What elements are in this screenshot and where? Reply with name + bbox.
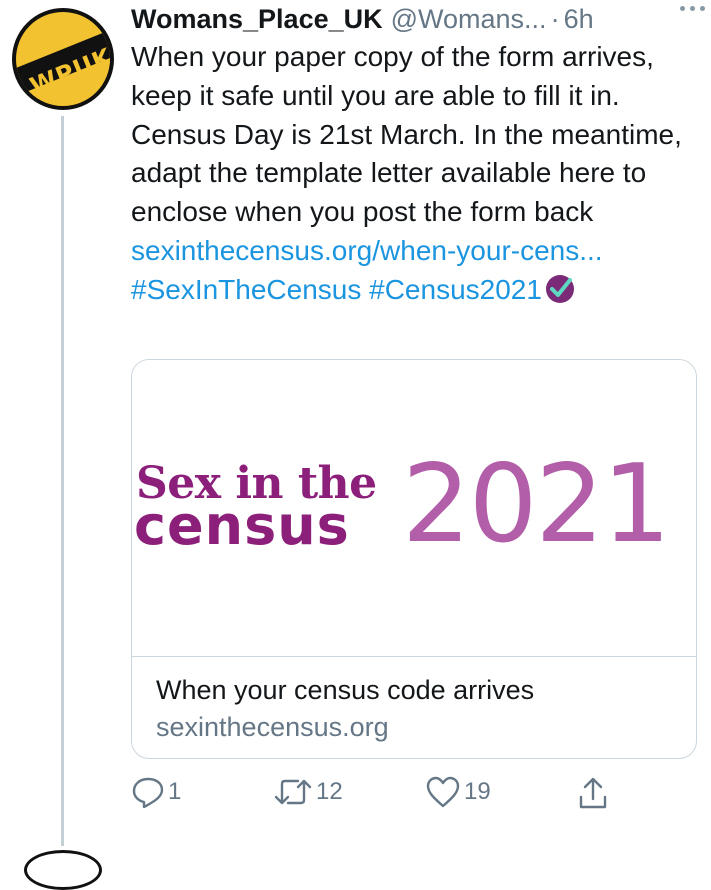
thread-line — [61, 116, 64, 846]
checkmark-badge-icon — [545, 274, 574, 303]
reply-button[interactable]: 1 — [131, 775, 181, 809]
retweet-button[interactable]: 12 — [273, 775, 343, 809]
reply-icon — [132, 777, 164, 809]
avatar[interactable]: WPUK — [12, 8, 114, 110]
more-dots-icon[interactable] — [680, 6, 705, 11]
hashtag-census2021[interactable]: #Census2021 — [369, 274, 542, 305]
separator-dot: · — [550, 3, 560, 34]
wpuk-logo: WPUK — [16, 30, 110, 101]
card-title: When your census code arrives — [156, 675, 535, 705]
tweet-header: Womans_Place_UK @Womans... · 6h — [131, 1, 699, 37]
card-domain: sexinthecensus.org — [156, 712, 389, 742]
tweet-body: When your paper copy of the form arrives… — [131, 41, 682, 228]
like-button[interactable]: 19 — [425, 775, 491, 809]
share-button[interactable] — [577, 775, 609, 811]
next-avatar[interactable] — [24, 850, 102, 890]
card-image[interactable]: Sex in the census 2021 — [132, 360, 696, 657]
link-preview-card[interactable]: Sex in the census 2021 When your census … — [131, 359, 697, 759]
user-handle[interactable]: @Womans... — [391, 4, 547, 35]
retweet-icon — [274, 779, 312, 805]
heart-icon — [426, 776, 460, 808]
share-icon — [579, 777, 607, 809]
like-count: 19 — [464, 778, 491, 805]
reply-count: 1 — [168, 778, 182, 805]
hashtag-sexinthecensus[interactable]: #SexInTheCensus — [131, 274, 361, 305]
tweet-link[interactable]: sexinthecensus.org/when-your-cens... — [131, 235, 603, 266]
logo-census: census — [134, 494, 350, 557]
display-name[interactable]: Womans_Place_UK — [131, 4, 383, 35]
tweet-text: When your paper copy of the form arrives… — [131, 38, 701, 310]
timestamp[interactable]: 6h — [564, 4, 594, 35]
logo-year: 2021 — [402, 442, 671, 567]
tweet-actions: 1 12 19 — [131, 775, 701, 815]
retweet-count: 12 — [316, 778, 343, 805]
